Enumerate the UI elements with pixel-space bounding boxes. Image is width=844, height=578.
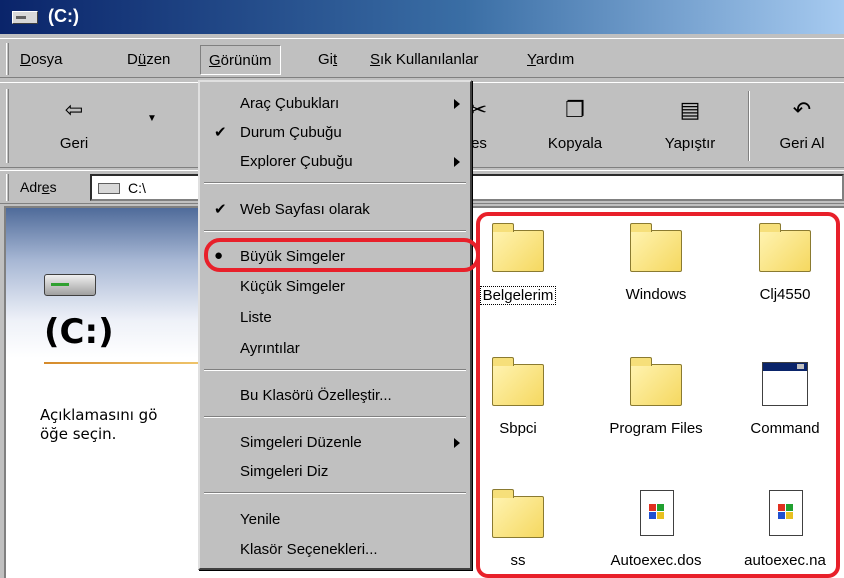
- menu-bar: Dosya Düzen Görünüm Git Sık Kullanılanla…: [0, 38, 844, 78]
- menu-separator: [204, 230, 466, 232]
- submenu-arrow-icon: [454, 99, 460, 109]
- explorer-window: (C:) Dosya Düzen Görünüm Git Sık Kullanı…: [0, 0, 844, 578]
- highlight-pill: [204, 238, 480, 272]
- highlight-box: [476, 212, 840, 578]
- hard-drive-icon: [44, 274, 96, 296]
- menu-item-simgeleri-diz[interactable]: Simgeleri Diz: [200, 458, 470, 486]
- menu-item-explorer-cubugu[interactable]: Explorer Çubuğu: [200, 148, 470, 176]
- menu-item-durum-cubugu[interactable]: ✔ Durum Çubuğu: [200, 119, 470, 147]
- back-button[interactable]: ⇦ Geri: [34, 83, 114, 167]
- panel-title: (C:): [44, 312, 114, 352]
- menu-item-kucuk-simgeler[interactable]: Küçük Simgeler: [200, 273, 470, 301]
- menu-item-web-sayfasi[interactable]: ✔ Web Sayfası olarak: [200, 196, 470, 224]
- addressbar-grip[interactable]: [6, 174, 9, 201]
- menu-item-arac-cubuklari[interactable]: Araç Çubukları: [200, 90, 470, 118]
- menu-item-klasor-secenekleri[interactable]: Klasör Seçenekleri...: [200, 536, 470, 564]
- toolbar-separator: [748, 91, 750, 161]
- checkmark-icon: ✔: [214, 124, 227, 141]
- back-dropdown-button[interactable]: ▼: [140, 83, 164, 167]
- menu-item-yenile[interactable]: Yenile: [200, 506, 470, 534]
- menu-item-ayrintilar[interactable]: Ayrıntılar: [200, 335, 470, 363]
- toolbar-grip[interactable]: [6, 89, 9, 163]
- menu-sik-kullanilanlar[interactable]: Sık Kullanılanlar: [370, 51, 478, 68]
- submenu-arrow-icon: [454, 438, 460, 448]
- view-menu-dropdown: Araç Çubukları ✔ Durum Çubuğu Explorer Ç…: [198, 80, 472, 570]
- menu-dosya[interactable]: Dosya: [20, 51, 63, 68]
- menu-item-klasoru-ozellestir[interactable]: Bu Klasörü Özelleştir...: [200, 382, 470, 410]
- window-title: (C:): [48, 6, 79, 26]
- menu-item-liste[interactable]: Liste: [200, 304, 470, 332]
- menubar-grip[interactable]: [6, 43, 9, 75]
- menu-separator: [204, 182, 466, 184]
- menu-item-simgeleri-duzenle[interactable]: Simgeleri Düzenle: [200, 429, 470, 457]
- menu-gorunum[interactable]: Görünüm: [200, 45, 281, 75]
- dropdown-arrow-icon: ▼: [147, 113, 157, 124]
- menu-duzen[interactable]: Düzen: [127, 51, 170, 68]
- address-label: Adres: [20, 179, 57, 195]
- paste-icon: ▤: [679, 97, 701, 122]
- undo-icon: ↶: [792, 97, 812, 122]
- undo-button[interactable]: ↶ Geri Al: [760, 83, 844, 167]
- paste-button[interactable]: ▤ Yapıştır: [640, 83, 740, 167]
- copy-icon: ❐: [565, 97, 585, 122]
- back-arrow-icon: ⇦: [64, 97, 84, 122]
- copy-button[interactable]: ❐ Kopyala: [525, 83, 625, 167]
- drive-icon: [98, 183, 120, 194]
- menu-yardim[interactable]: Yardım: [527, 51, 574, 68]
- menu-separator: [204, 416, 466, 418]
- menu-separator: [204, 492, 466, 494]
- checkmark-icon: ✔: [214, 201, 227, 218]
- panel-description: Açıklamasını gö öğe seçin.: [40, 406, 158, 443]
- menu-separator: [204, 369, 466, 371]
- title-bar[interactable]: (C:): [0, 0, 844, 34]
- submenu-arrow-icon: [454, 157, 460, 167]
- menu-git[interactable]: Git: [318, 51, 337, 68]
- drive-icon: [12, 11, 38, 24]
- address-value: C:\: [128, 180, 146, 196]
